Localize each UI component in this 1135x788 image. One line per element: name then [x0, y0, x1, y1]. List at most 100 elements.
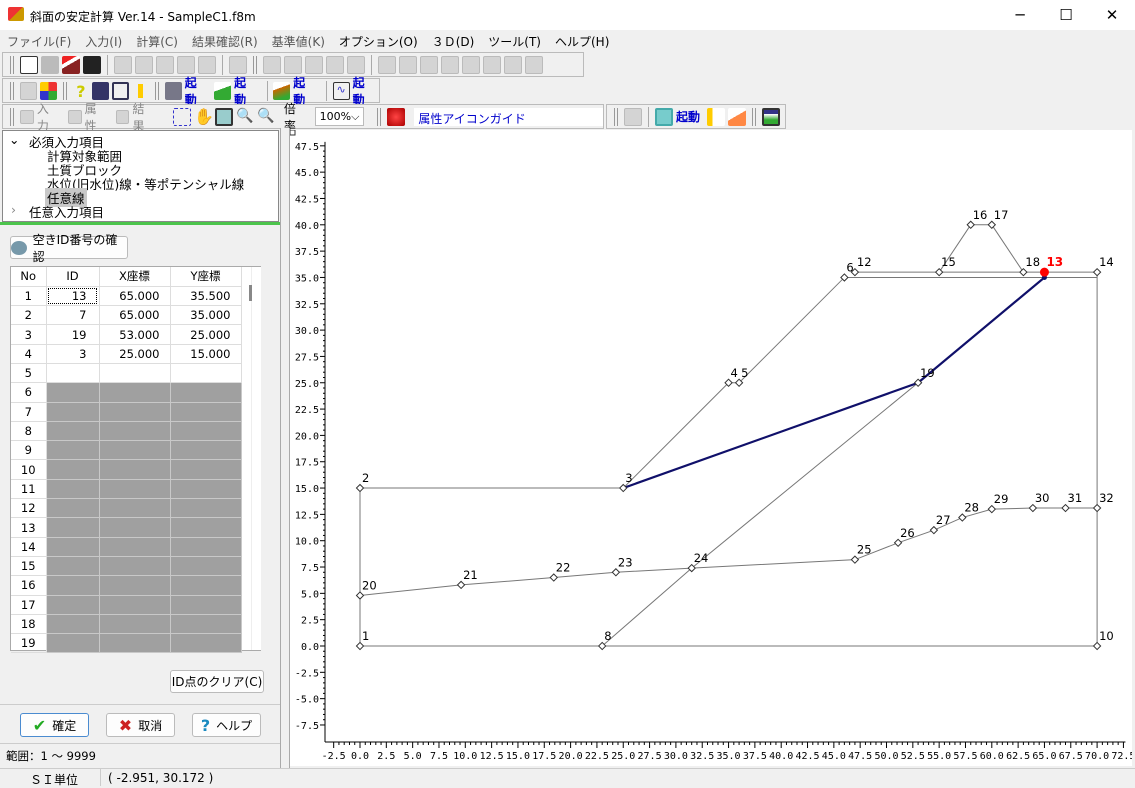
- toolbar-grip[interactable]: [377, 107, 382, 126]
- attr-icon-guide-field[interactable]: 属性アイコンガイド: [414, 107, 604, 126]
- table-cell[interactable]: [99, 595, 171, 615]
- toolbar-grip[interactable]: [614, 107, 618, 126]
- table-cell[interactable]: [99, 421, 171, 442]
- palette-icon[interactable]: [39, 81, 57, 100]
- table-cell[interactable]: [170, 402, 242, 422]
- table-cell[interactable]: 35.000: [170, 305, 242, 326]
- table-cell[interactable]: [99, 402, 171, 422]
- toolbar-grip[interactable]: [10, 55, 14, 74]
- grid-icon[interactable]: [378, 55, 396, 74]
- tool-icon[interactable]: [263, 55, 281, 74]
- menu-item-7[interactable]: ツール(T): [481, 30, 548, 51]
- grid-icon[interactable]: [504, 55, 522, 74]
- table-cell[interactable]: [170, 537, 242, 557]
- table-cell[interactable]: [46, 517, 100, 538]
- preview-icon[interactable]: [114, 55, 132, 74]
- zoom-fit-icon[interactable]: [215, 107, 234, 126]
- launch-button-4[interactable]: 起動: [353, 74, 375, 108]
- menu-item-4[interactable]: 基準値(K): [265, 30, 332, 51]
- ok-button[interactable]: ✔ 確定: [20, 713, 89, 737]
- table-cell[interactable]: [99, 633, 171, 654]
- table-cell[interactable]: [46, 537, 100, 557]
- doc-icon[interactable]: [156, 55, 174, 74]
- menu-item-6[interactable]: ３Ｄ(D): [425, 30, 482, 51]
- table-cell[interactable]: 25.000: [99, 344, 171, 364]
- slope-import-icon[interactable]: [62, 55, 80, 74]
- table-cell[interactable]: [99, 363, 171, 384]
- grid-icon[interactable]: [441, 55, 459, 74]
- table-cell[interactable]: [170, 498, 242, 519]
- check-icon[interactable]: [305, 55, 323, 74]
- book-icon[interactable]: [92, 81, 110, 100]
- launch-button-2[interactable]: 起動: [234, 74, 256, 108]
- table-cell[interactable]: [170, 614, 242, 635]
- menu-item-5[interactable]: オプション(O): [332, 30, 425, 51]
- table-cell[interactable]: 13: [46, 286, 100, 307]
- table-cell[interactable]: 3: [46, 344, 100, 364]
- toolbar-grip[interactable]: [62, 81, 67, 100]
- table-cell[interactable]: [46, 498, 100, 519]
- scrollbar-thumb[interactable]: [249, 285, 252, 301]
- slope-green-icon[interactable]: [214, 81, 232, 100]
- table-cell[interactable]: [99, 517, 171, 538]
- table-scrollbar[interactable]: [251, 267, 261, 650]
- grid-icon[interactable]: [399, 55, 417, 74]
- table-cell[interactable]: [46, 382, 100, 403]
- window-icon[interactable]: [762, 107, 781, 126]
- table-cell[interactable]: 7: [46, 305, 100, 326]
- toolbar-grip[interactable]: [10, 81, 14, 100]
- hand-pan-icon[interactable]: ✋: [194, 107, 214, 126]
- table-cell[interactable]: [99, 382, 171, 403]
- table-cell[interactable]: [46, 556, 100, 577]
- table-cell[interactable]: 25.000: [170, 324, 242, 345]
- doc-icon[interactable]: [135, 55, 153, 74]
- export-icon[interactable]: [229, 55, 247, 74]
- table-cell[interactable]: [170, 517, 242, 538]
- save-icon[interactable]: [83, 55, 101, 74]
- slope-colored-icon[interactable]: [273, 81, 291, 100]
- table-cell[interactable]: [99, 440, 171, 461]
- table-cell[interactable]: [46, 595, 100, 615]
- table-cell[interactable]: 35.500: [170, 286, 242, 307]
- table-cell[interactable]: [170, 363, 242, 384]
- collapse-chevron-icon[interactable]: ›: [11, 202, 16, 217]
- table-cell[interactable]: [46, 440, 100, 461]
- table-cell[interactable]: [46, 421, 100, 442]
- card-icon[interactable]: [112, 81, 130, 100]
- table-cell[interactable]: [99, 614, 171, 635]
- table-cell[interactable]: [99, 498, 171, 519]
- launch-button-1[interactable]: 起動: [185, 74, 207, 108]
- toolbar-grip[interactable]: [155, 81, 159, 100]
- table-cell[interactable]: 65.000: [99, 286, 171, 307]
- new-file-icon[interactable]: [20, 55, 38, 74]
- table-cell[interactable]: 15.000: [170, 344, 242, 364]
- toolbar-grip[interactable]: [752, 107, 757, 126]
- table-cell[interactable]: [99, 459, 171, 480]
- zoom-out-icon[interactable]: 🔍: [257, 108, 275, 126]
- clear-id-points-button[interactable]: ID点のクリア(C): [170, 670, 264, 693]
- zoom-in-icon[interactable]: 🔍: [236, 108, 254, 126]
- drawing-canvas[interactable]: -7.5-5.0-2.50.02.55.07.510.012.515.017.5…: [290, 130, 1132, 766]
- table-cell[interactable]: [99, 575, 171, 596]
- expand-chevron-icon[interactable]: ⌄: [9, 132, 19, 147]
- table-cell[interactable]: [99, 479, 171, 500]
- table-cell[interactable]: [46, 633, 100, 654]
- bridge-icon[interactable]: [164, 81, 182, 100]
- attr-guide-icon[interactable]: [387, 107, 406, 126]
- table-cell[interactable]: 53.000: [99, 324, 171, 345]
- table-cell[interactable]: [170, 421, 242, 442]
- tree-item-optional[interactable]: 任意入力項目: [29, 202, 104, 221]
- launch-button-5[interactable]: 起動: [676, 108, 700, 125]
- eraser-icon[interactable]: [728, 107, 747, 126]
- table-cell[interactable]: 65.000: [99, 305, 171, 326]
- table-cell[interactable]: [99, 537, 171, 557]
- tree-list-icon[interactable]: [707, 107, 726, 126]
- input-mode-button[interactable]: 入力: [37, 100, 61, 134]
- cancel-button[interactable]: ✖ 取消: [106, 713, 175, 737]
- arrows-icon[interactable]: [19, 81, 37, 100]
- table-cell[interactable]: [170, 459, 242, 480]
- layers-icon[interactable]: [655, 107, 673, 126]
- table-cell[interactable]: [170, 382, 242, 403]
- table-cell[interactable]: [170, 575, 242, 596]
- attr-mode-button[interactable]: 属性: [85, 100, 109, 134]
